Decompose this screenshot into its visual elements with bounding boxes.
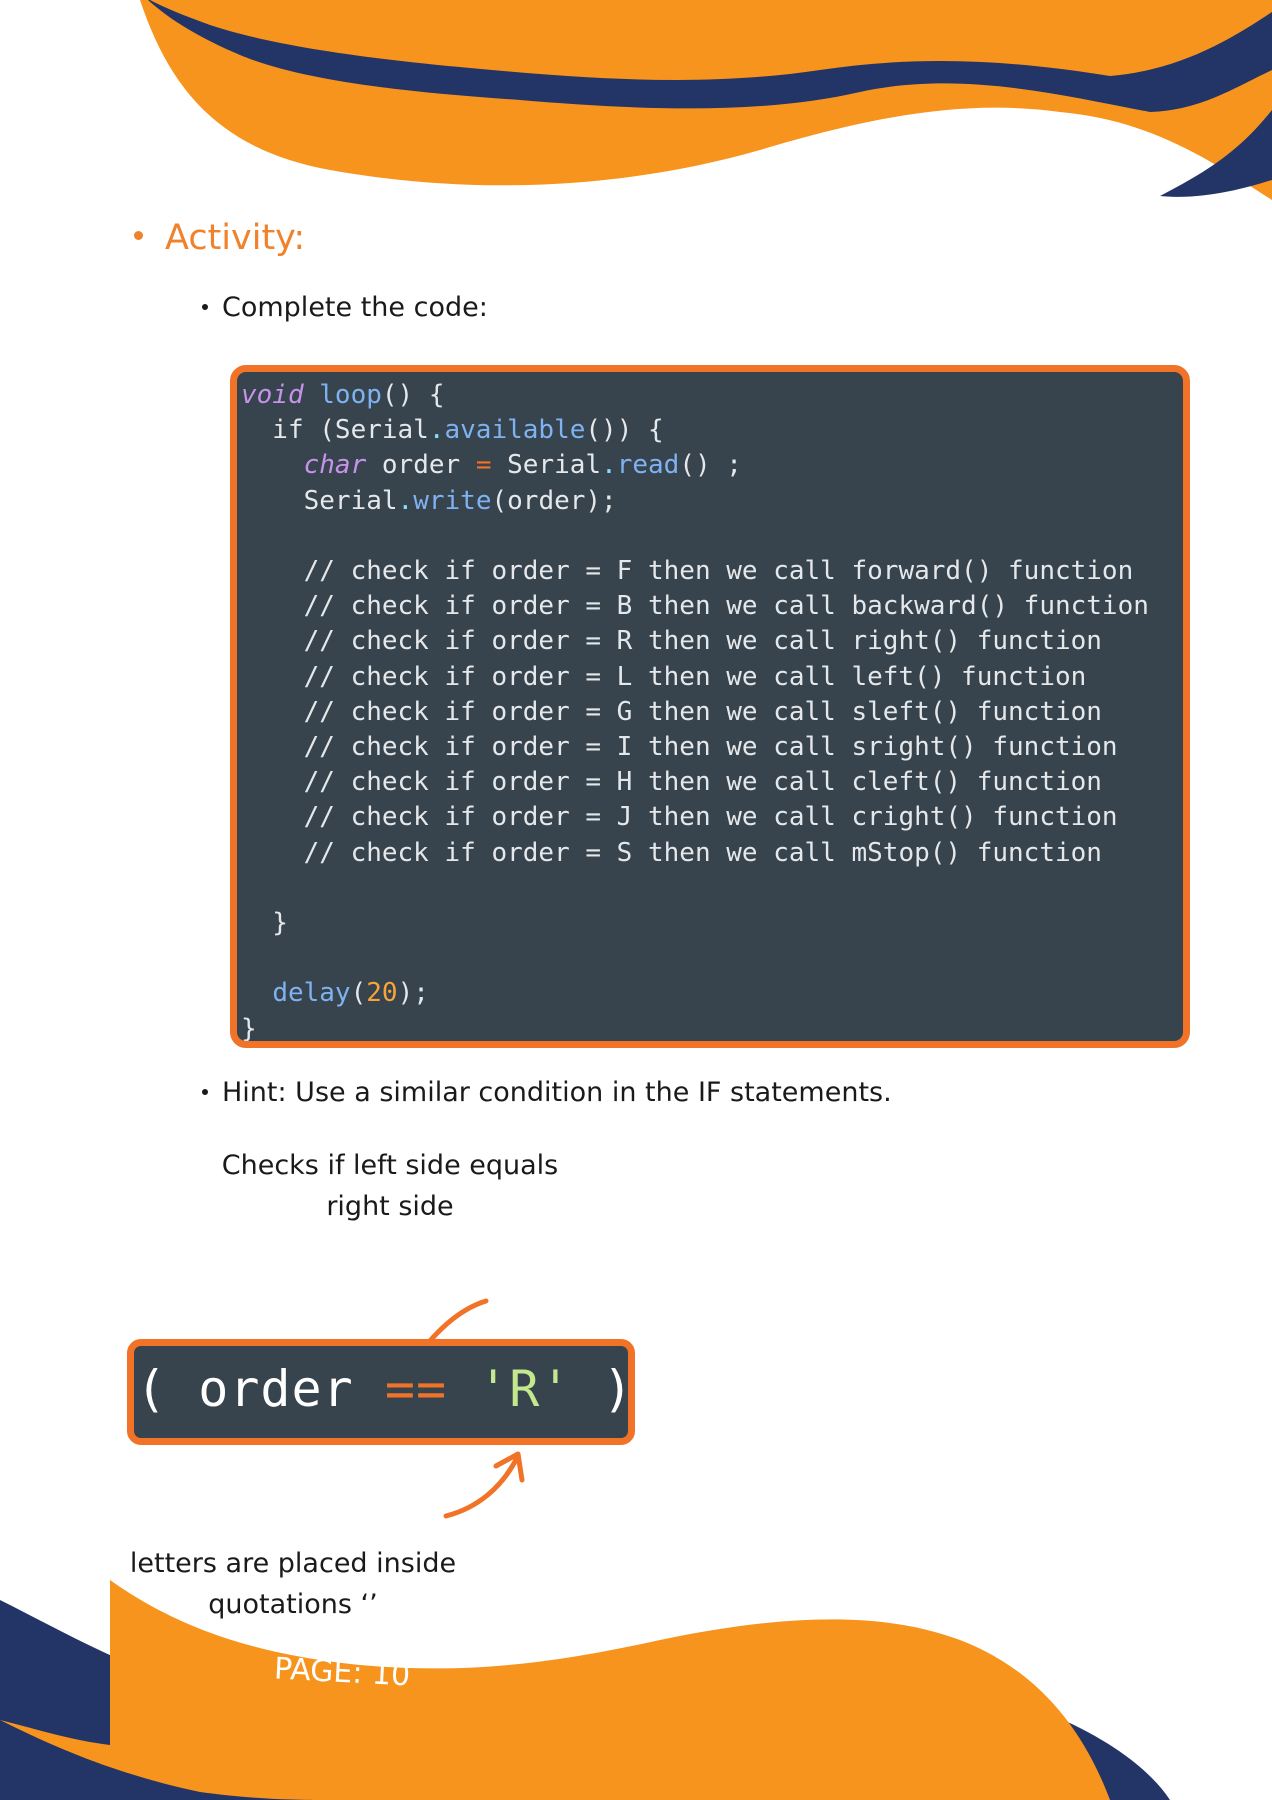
snippet-operator: == (384, 1360, 448, 1418)
bullet-icon (134, 230, 143, 240)
snippet-close: ) (571, 1360, 634, 1418)
snippet-code: ( order == 'R' ) (136, 1360, 634, 1418)
page-number: PAGE: 10 (273, 1651, 412, 1694)
code-line: // check if order = J then we call crigh… (241, 802, 1118, 833)
instruction-text: Complete the code: (222, 292, 488, 323)
code-line: // check if order = B then we call backw… (241, 591, 1149, 622)
code-line: // check if order = F then we call forwa… (241, 556, 1134, 587)
code-listing: void loop() { if (Serial.available()) { … (241, 380, 1149, 1044)
bullet-icon (202, 1088, 208, 1095)
top-decoration (140, 0, 1272, 200)
bottom-decoration (0, 1580, 1170, 1800)
activity-title: Activity: (165, 218, 306, 258)
snippet-literal: 'R' (478, 1360, 572, 1418)
code-line: // check if order = S then we call mStop… (241, 837, 1102, 868)
code-line: // check if order = R then we call right… (241, 626, 1102, 657)
activity-heading: Activity: (134, 218, 305, 258)
snippet-var: order (198, 1360, 354, 1418)
annotation-top: Checks if left side equals right side (200, 1145, 580, 1227)
snippet-open: ( (136, 1360, 199, 1418)
code-line: // check if order = L then we call left(… (241, 661, 1087, 692)
hint-item: Hint: Use a similar condition in the IF … (202, 1077, 892, 1108)
hint-text: Hint: Use a similar condition in the IF … (222, 1077, 892, 1108)
bullet-icon (202, 303, 208, 310)
code-token: void (241, 380, 304, 410)
code-line: // check if order = H then we call cleft… (241, 767, 1102, 798)
arrow-up-icon (443, 1451, 525, 1519)
annotation-top-line1: Checks if left side equals (221, 1150, 559, 1181)
code-block: void loop() { if (Serial.available()) { … (230, 365, 1190, 1048)
instruction-item: Complete the code: (202, 292, 488, 323)
condition-snippet: ( order == 'R' ) (127, 1339, 635, 1445)
annotation-top-line2: right side (326, 1191, 454, 1222)
code-line: // check if order = G then we call sleft… (241, 696, 1102, 727)
code-line: // check if order = I then we call srigh… (241, 732, 1118, 763)
